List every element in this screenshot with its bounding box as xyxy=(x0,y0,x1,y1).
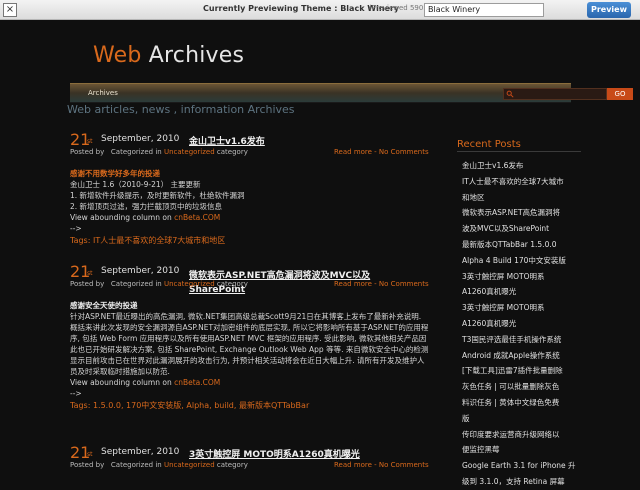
search-input[interactable] xyxy=(503,88,607,100)
post-submitter: 感谢安全天使的投递 xyxy=(70,301,138,310)
recent-post-link[interactable]: 便监控黑莓 xyxy=(462,442,580,458)
read-more-link[interactable]: Read more - No Comments xyxy=(334,280,429,288)
recent-post-link[interactable]: 级到 3.1.0，支持 Retina 屏幕 xyxy=(462,474,580,490)
post-body: 感谢安全天使的投递 针对ASP.NET最近曝出的高危漏洞, 微软.NET集团高级… xyxy=(70,300,430,399)
source-prefix: View abounding column on xyxy=(70,378,175,387)
post-meta: Posted by Categorized in Uncategorized c… xyxy=(70,280,430,292)
category-suffix: category xyxy=(216,461,248,469)
preview-button[interactable]: Preview xyxy=(587,2,631,18)
nav-bar: Archives GO xyxy=(70,83,633,103)
posted-by: Posted by xyxy=(70,461,105,469)
source-link[interactable]: cnBeta.COM xyxy=(174,378,220,387)
post-title-link[interactable]: 金山卫士v1.6发布 xyxy=(189,134,265,147)
recent-posts-heading: Recent Posts xyxy=(457,139,521,150)
recent-post-link[interactable]: T3国民评选最佳手机操作系统 xyxy=(462,332,580,348)
post-tags: Tags: 1.5.0.0, 170中文安装版, Alpha, build, 最… xyxy=(70,400,430,411)
recent-post-link[interactable]: 微软表示ASP.NET高危漏洞将 xyxy=(462,205,580,221)
recent-post-link[interactable]: 版 xyxy=(462,411,580,427)
recent-post-link[interactable]: Google Earth 3.1 for iPhone 升 xyxy=(462,458,580,474)
source-line: View abounding column on cnBeta.COM xyxy=(70,212,430,223)
post-meta: Posted by Categorized in Uncategorized c… xyxy=(70,148,430,160)
recent-post-link[interactable]: Alpha 4 Build 170中文安装版 xyxy=(462,253,580,269)
post-paragraph: 针对ASP.NET最近曝出的高危漏洞, 微软.NET集团高级总裁Scott9月2… xyxy=(70,312,429,376)
tags-label: Tags: xyxy=(70,236,91,245)
category-suffix: category xyxy=(216,148,248,156)
category-link[interactable]: Uncategorized xyxy=(164,148,215,156)
post-line: 2. 新增顶页过滤，强力拦截顶页中的垃圾信息 xyxy=(70,202,223,211)
post-submitter: 感谢不用数学好多年的投递 xyxy=(70,169,160,178)
read-more-link[interactable]: Read more - No Comments xyxy=(334,461,429,469)
post-date: September, 2010 xyxy=(101,447,180,457)
site-title[interactable]: Web Archives xyxy=(93,43,244,68)
post-date: September, 2010 xyxy=(101,266,180,276)
recent-post-link[interactable]: 传印度要求运营商升级网络以 xyxy=(462,427,580,443)
posted-by: Posted by xyxy=(70,280,105,288)
source-link[interactable]: cnBeta.COM xyxy=(174,213,220,222)
recent-post-link[interactable]: 金山卫士v1.6发布 xyxy=(462,158,580,174)
source-line: View abounding column on cnBeta.COM xyxy=(70,377,430,388)
category-link[interactable]: Uncategorized xyxy=(164,461,215,469)
post: 21 st September, 2010 金山卫士v1.6发布 Posted … xyxy=(70,130,430,246)
close-icon[interactable]: × xyxy=(3,3,17,17)
post: 21 st September, 2010 微软表示ASP.NET高危漏洞将波及… xyxy=(70,262,430,411)
tag-link[interactable]: IT人士最不喜欢的全球7大城市和地区 xyxy=(93,236,225,245)
recent-post-link[interactable]: 和地区 xyxy=(462,190,580,206)
recent-post-link[interactable]: 灰色任务 | 可以批量删除灰色 xyxy=(462,379,580,395)
tag-link[interactable]: 1.5.0.0, 170中文安装版, Alpha, build, 最新版本QTT… xyxy=(93,401,309,410)
site-title-part2: Archives xyxy=(141,43,245,68)
post-header: 21 st September, 2010 金山卫士v1.6发布 xyxy=(70,130,430,149)
recent-post-link[interactable]: IT人士最不喜欢的全球7大城市 xyxy=(462,174,580,190)
category-link[interactable]: Uncategorized xyxy=(164,280,215,288)
post-line: 1. 新增软件升级提示，及时更新软件，杜绝软件漏洞 xyxy=(70,191,245,200)
category-suffix: category xyxy=(216,280,248,288)
post-body: 感谢不用数学好多年的投递 金山卫士 1.6（2010-9-21） 主要更新 1.… xyxy=(70,168,430,234)
post-day-suffix: st xyxy=(87,270,93,277)
nav-item-archives[interactable]: Archives xyxy=(88,89,118,97)
search-go-button[interactable]: GO xyxy=(607,88,633,100)
recent-post-link[interactable]: 3英寸触控屏 MOTO明系 xyxy=(462,300,580,316)
recent-post-link[interactable]: [下载工具]迅雷7插件批量删除 xyxy=(462,363,580,379)
tags-label: Tags: xyxy=(70,401,91,410)
recent-post-link[interactable]: 3英寸触控屏 MOTO明系 xyxy=(462,269,580,285)
theme-select[interactable]: Black Winery xyxy=(424,3,544,17)
sidebar-divider xyxy=(457,151,581,152)
post-meta: Posted by Categorized in Uncategorized c… xyxy=(70,461,430,473)
post-title-link[interactable]: 3英寸触控屏 MOTO明系A1260真机曝光 xyxy=(189,447,360,460)
post-tags: Tags: IT人士最不喜欢的全球7大城市和地区 xyxy=(70,235,430,246)
site-tagline: Web articles, news , information Archive… xyxy=(67,103,295,116)
theme-preview-bar: × Currently Previewing Theme : Black Win… xyxy=(0,0,640,20)
source-prefix: View abounding column on xyxy=(70,213,175,222)
post-day-suffix: st xyxy=(87,138,93,145)
category-prefix: Categorized in xyxy=(110,461,162,469)
recent-post-link[interactable]: A1260真机曝光 xyxy=(462,316,580,332)
posted-by: Posted by xyxy=(70,148,105,156)
recent-posts-list: 金山卫士v1.6发布 IT人士最不喜欢的全球7大城市 和地区 微软表示ASP.NET高… xyxy=(462,158,580,490)
category-prefix: Categorized in xyxy=(110,148,162,156)
recent-post-link[interactable]: 波及MVC以及SharePoint xyxy=(462,221,580,237)
post-day-suffix: st xyxy=(87,451,93,458)
post: 21 st September, 2010 3英寸触控屏 MOTO明系A1260… xyxy=(70,443,430,473)
post-date: September, 2010 xyxy=(101,134,180,144)
recent-post-link[interactable]: 料识任务 | 黄体中文绿色免费 xyxy=(462,395,580,411)
post-header: 21 st September, 2010 微软表示ASP.NET高危漏洞将波及… xyxy=(70,262,430,295)
search-icon xyxy=(506,90,514,98)
post-line: 金山卫士 1.6（2010-9-21） 主要更新 xyxy=(70,180,201,189)
recent-post-link[interactable]: 最新版本QTTabBar 1.5.0.0 xyxy=(462,237,580,253)
read-more-link[interactable]: Read more - No Comments xyxy=(334,148,429,156)
recent-post-link[interactable]: Android 成就Apple操作系统 xyxy=(462,348,580,364)
site-title-part1: Web xyxy=(93,43,142,68)
post-header: 21 st September, 2010 3英寸触控屏 MOTO明系A1260… xyxy=(70,443,430,462)
recent-post-link[interactable]: A1260真机曝光 xyxy=(462,284,580,300)
category-prefix: Categorized in xyxy=(110,280,162,288)
post-arrow: --> xyxy=(70,224,82,233)
post-arrow: --> xyxy=(70,389,82,398)
